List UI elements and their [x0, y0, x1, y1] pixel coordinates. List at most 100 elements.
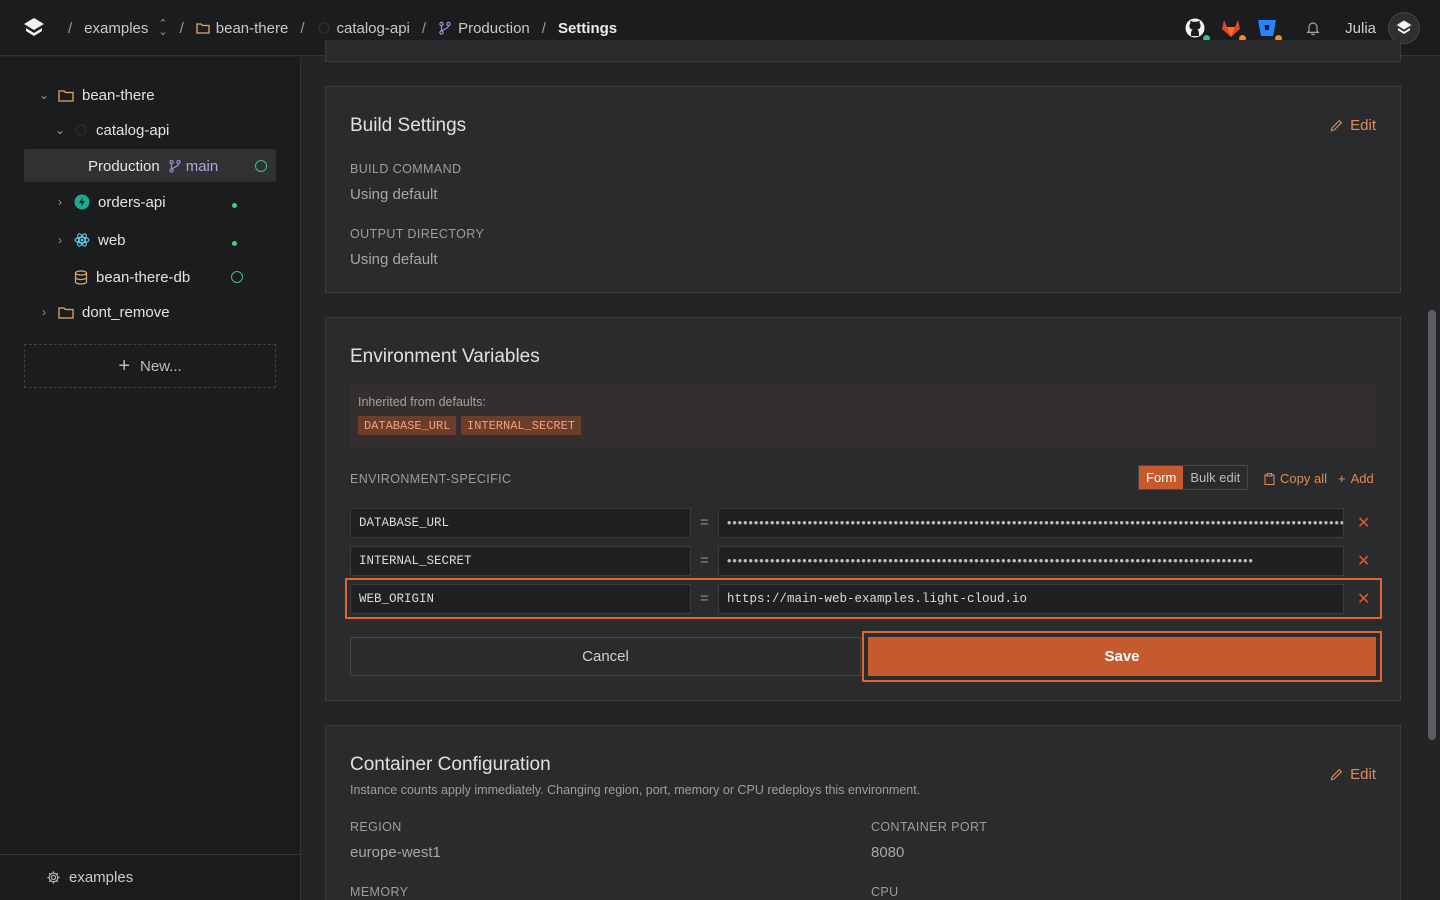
git-branch-icon	[169, 159, 181, 173]
new-button[interactable]: + New...	[24, 344, 276, 388]
remove-variable-button[interactable]: ✕	[1357, 589, 1370, 609]
card-subtitle: Instance counts apply immediately. Chang…	[350, 783, 921, 797]
sidebar-item-label: dont_remove	[82, 303, 170, 321]
env-key-input[interactable]: INTERNAL_SECRET	[350, 546, 691, 576]
sidebar-footer[interactable]: examples	[0, 854, 300, 900]
remove-variable-button[interactable]: ✕	[1357, 513, 1370, 533]
sidebar-item-production[interactable]: Production main	[88, 150, 218, 182]
form-mode-button[interactable]: Form	[1139, 466, 1184, 489]
inherited-label: Inherited from defaults:	[358, 395, 486, 409]
inherited-variable-tag: INTERNAL_SECRET	[461, 416, 582, 435]
cpu-label: CPU	[871, 885, 899, 899]
service-icon	[74, 123, 88, 137]
sidebar: ⌄ bean-there ⌄ catalog-api Production ma…	[0, 57, 301, 900]
sidebar-footer-label: examples	[69, 869, 134, 886]
breadcrumb-org-label: examples	[84, 19, 149, 37]
region-value: europe-west1	[350, 844, 441, 861]
chevron-down-icon[interactable]: ⌄	[54, 123, 66, 137]
sidebar-item-label: orders-api	[98, 193, 166, 211]
edit-container-button[interactable]: Edit	[1329, 766, 1376, 783]
plus-icon: +	[118, 355, 130, 377]
save-button[interactable]: Save	[868, 637, 1376, 676]
breadcrumb-service-label: catalog-api	[336, 19, 410, 37]
plus-icon: +	[1338, 471, 1346, 486]
equals-sign: =	[700, 552, 709, 569]
breadcrumb-separator: /	[68, 19, 73, 37]
check-circle-icon	[255, 160, 267, 172]
region-label: REGION	[350, 820, 402, 834]
app-logo-icon[interactable]	[22, 16, 46, 40]
chevron-down-icon[interactable]: ⌄	[38, 88, 50, 102]
edit-label: Edit	[1350, 117, 1376, 134]
output-directory-label: OUTPUT DIRECTORY	[350, 227, 485, 241]
add-label: Add	[1350, 471, 1374, 486]
branch-name: main	[185, 157, 219, 175]
inherited-variables-box: Inherited from defaults: DATABASE_URL IN…	[350, 385, 1376, 449]
sidebar-item-catalog-api[interactable]: ⌄ catalog-api	[54, 114, 169, 146]
breadcrumb-environment[interactable]: Production	[438, 20, 530, 37]
bitbucket-icon[interactable]	[1255, 16, 1284, 43]
env-key-input[interactable]: DATABASE_URL	[350, 508, 691, 538]
gitlab-icon[interactable]	[1219, 16, 1248, 43]
folder-icon	[196, 22, 210, 34]
sidebar-item-bean-there[interactable]: ⌄ bean-there	[38, 79, 155, 111]
chevron-up-down-icon: ⌃ ⌄	[158, 18, 168, 38]
environment-specific-label: ENVIRONMENT-SPECIFIC	[350, 472, 512, 486]
container-configuration-card: Container Configuration Edit Instance co…	[325, 725, 1401, 900]
env-value-input[interactable]: https://main-web-examples.light-cloud.io	[718, 584, 1344, 614]
memory-label: MEMORY	[350, 885, 409, 899]
breadcrumb-separator: /	[541, 19, 546, 37]
breadcrumb-separator: /	[421, 19, 427, 37]
git-branch-badge: main	[168, 157, 219, 175]
new-button-label: New...	[140, 357, 182, 375]
breadcrumb-org[interactable]: examples ⌃ ⌄	[84, 18, 168, 38]
chevron-right-icon[interactable]: ›	[54, 195, 66, 209]
breadcrumb-separator: /	[300, 19, 305, 37]
scrollbar-thumb[interactable]	[1428, 310, 1436, 740]
check-circle-icon	[231, 271, 243, 283]
previous-settings-card	[325, 40, 1401, 62]
breadcrumb-project-label: bean-there	[215, 19, 289, 37]
chevron-right-icon[interactable]: ›	[38, 305, 50, 319]
build-command-value: Using default	[350, 186, 438, 203]
github-icon[interactable]	[1183, 16, 1212, 43]
container-port-label: CONTAINER PORT	[871, 820, 988, 834]
pencil-icon	[1330, 119, 1343, 132]
env-key-input[interactable]: WEB_ORIGIN	[350, 584, 691, 614]
sidebar-item-web[interactable]: › web	[54, 224, 126, 256]
add-variable-button[interactable]: + Add	[1338, 471, 1374, 486]
sidebar-item-bean-there-db[interactable]: bean-there-db	[74, 261, 190, 293]
edit-build-settings-button[interactable]: Edit	[1329, 117, 1376, 134]
env-value-input[interactable]: ••••••••••••••••••••••••••••••••••••••••…	[718, 508, 1344, 538]
sidebar-item-orders-api[interactable]: › orders-api	[54, 186, 166, 218]
build-settings-card: Build Settings Edit BUILD COMMAND Using …	[325, 86, 1401, 293]
card-title: Build Settings	[350, 115, 467, 136]
bell-icon[interactable]	[1301, 16, 1325, 40]
database-icon	[74, 269, 88, 285]
git-branch-icon	[438, 21, 452, 35]
sidebar-item-label: web	[98, 231, 126, 249]
equals-sign: =	[700, 590, 709, 607]
running-status-dot	[232, 203, 237, 208]
pencil-icon	[1330, 768, 1343, 781]
bulk-edit-mode-button[interactable]: Bulk edit	[1183, 466, 1247, 489]
running-status-dot	[232, 241, 237, 246]
breadcrumb-service[interactable]: catalog-api	[317, 20, 410, 37]
sidebar-item-label: catalog-api	[96, 121, 170, 139]
remove-variable-button[interactable]: ✕	[1357, 551, 1370, 571]
breadcrumb-project[interactable]: bean-there	[196, 19, 289, 37]
sidebar-item-dont-remove[interactable]: › dont_remove	[38, 296, 170, 328]
equals-sign: =	[700, 514, 709, 531]
inherited-variable-tag: DATABASE_URL	[358, 416, 457, 435]
cancel-button[interactable]: Cancel	[350, 637, 861, 676]
copy-all-button[interactable]: Copy all	[1264, 471, 1327, 486]
sidebar-item-label: bean-there-db	[96, 268, 191, 286]
edit-mode-toggle: Form Bulk edit	[1138, 465, 1249, 490]
service-icon	[317, 21, 331, 35]
user-name[interactable]: Julia	[1345, 20, 1376, 37]
environment-variables-card: Environment Variables Inherited from def…	[325, 317, 1401, 701]
chevron-right-icon[interactable]: ›	[54, 233, 66, 247]
sidebar-item-label: bean-there	[82, 86, 155, 104]
build-command-label: BUILD COMMAND	[350, 162, 462, 176]
env-value-input[interactable]: ••••••••••••••••••••••••••••••••••••••••…	[718, 546, 1344, 576]
